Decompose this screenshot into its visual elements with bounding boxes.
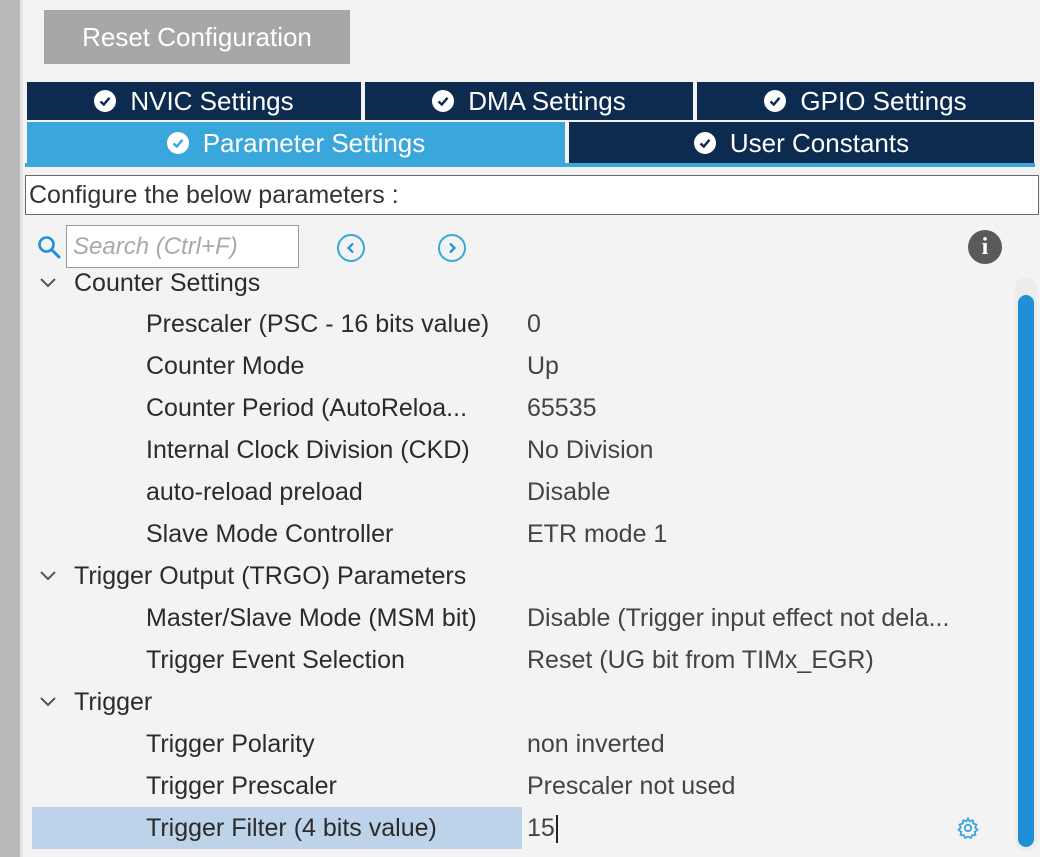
next-match-button[interactable] (438, 234, 466, 262)
parameter-row[interactable]: Counter Period (AutoReloa... 65535 (25, 387, 1015, 429)
group-header-counter-settings[interactable]: Counter Settings (25, 268, 1015, 304)
parameter-label: Trigger Prescaler (146, 772, 337, 800)
parameter-row[interactable]: Trigger Prescaler Prescaler not used (25, 765, 1015, 807)
parameter-label: Trigger Polarity (146, 730, 315, 758)
check-circle-icon (764, 90, 787, 112)
parameter-row[interactable]: Master/Slave Mode (MSM bit) Disable (Tri… (25, 597, 1015, 639)
tab-label: GPIO Settings (800, 85, 967, 116)
parameter-label: Counter Mode (146, 352, 305, 380)
check-circle-icon (693, 132, 716, 154)
tab-label: User Constants (729, 127, 910, 158)
text-caret (555, 815, 558, 844)
check-circle-icon (166, 132, 189, 154)
parameter-value[interactable]: Up (527, 345, 1007, 387)
previous-match-button[interactable] (337, 234, 365, 262)
parameter-value[interactable]: non inverted (527, 723, 1007, 765)
chevron-left-icon (346, 242, 354, 254)
chevron-right-icon (449, 242, 457, 254)
parameter-row[interactable]: Trigger Polarity non inverted (25, 723, 1015, 765)
gear-icon[interactable] (956, 816, 980, 840)
search-icon[interactable] (36, 234, 62, 260)
scrollbar-thumb[interactable] (1018, 295, 1034, 847)
check-circle-icon (94, 90, 117, 112)
group-header-trigger-output[interactable]: Trigger Output (TRGO) Parameters (25, 555, 1015, 597)
parameters-description: Configure the below parameters : (25, 175, 1039, 215)
parameter-row[interactable]: Prescaler (PSC - 16 bits value) 0 (25, 303, 1015, 345)
parameter-label: Prescaler (PSC - 16 bits value) (146, 310, 490, 338)
parameter-value-editor[interactable]: 15 (527, 807, 1007, 849)
parameter-value-text: 15 (527, 814, 555, 842)
parameter-label: auto-reload preload (146, 478, 363, 506)
tab-dma-settings[interactable]: DMA Settings (365, 82, 693, 120)
left-panel-divider (20, 0, 23, 857)
parameter-value[interactable]: Disable (527, 471, 1007, 513)
parameter-label: Trigger Event Selection (146, 646, 405, 674)
parameter-value[interactable]: Disable (Trigger input effect not dela..… (527, 597, 1007, 639)
tab-label: NVIC Settings (130, 85, 294, 116)
parameter-label: Slave Mode Controller (146, 520, 394, 548)
parameter-row[interactable]: auto-reload preload Disable (25, 471, 1015, 513)
check-circle-icon (432, 90, 455, 112)
parameter-value[interactable]: 65535 (527, 387, 1007, 429)
info-icon[interactable]: i (968, 230, 1002, 264)
tab-gpio-settings[interactable]: GPIO Settings (697, 82, 1034, 120)
tab-user-constants[interactable]: User Constants (569, 122, 1034, 164)
tab-label: Parameter Settings (202, 127, 426, 158)
chevron-down-icon[interactable] (39, 268, 61, 304)
chevron-down-icon[interactable] (39, 681, 61, 723)
parameter-row[interactable]: Internal Clock Division (CKD) No Divisio… (25, 429, 1015, 471)
parameter-value[interactable]: ETR mode 1 (527, 513, 1007, 555)
parameter-label: Master/Slave Mode (MSM bit) (146, 604, 477, 632)
parameter-value[interactable]: No Division (527, 429, 1007, 471)
tab-nvic-settings[interactable]: NVIC Settings (27, 82, 361, 120)
group-header-trigger[interactable]: Trigger (25, 681, 1015, 723)
parameter-tree: Counter Settings Prescaler (PSC - 16 bit… (25, 268, 1015, 857)
left-panel-edge (0, 0, 20, 857)
search-input[interactable] (66, 225, 299, 268)
tab-underline (25, 163, 1035, 167)
parameter-row-selected[interactable]: Trigger Filter (4 bits value) 15 (25, 807, 1015, 849)
tab-parameter-settings[interactable]: Parameter Settings (27, 122, 565, 164)
parameter-value[interactable]: Reset (UG bit from TIMx_EGR) (527, 639, 1007, 681)
parameter-value[interactable]: Prescaler not used (527, 765, 1007, 807)
tab-label: DMA Settings (468, 85, 626, 116)
parameter-label: Counter Period (AutoReloa... (146, 394, 468, 422)
parameter-row[interactable]: Trigger Event Selection Reset (UG bit fr… (25, 639, 1015, 681)
parameter-row[interactable]: Slave Mode Controller ETR mode 1 (25, 513, 1015, 555)
parameter-label: Internal Clock Division (CKD) (146, 436, 470, 464)
parameter-row[interactable]: Counter Mode Up (25, 345, 1015, 387)
parameter-value[interactable]: 0 (527, 303, 1007, 345)
reset-configuration-button[interactable]: Reset Configuration (44, 10, 350, 64)
chevron-down-icon[interactable] (39, 555, 61, 597)
parameter-label: Trigger Filter (4 bits value) (32, 807, 522, 849)
